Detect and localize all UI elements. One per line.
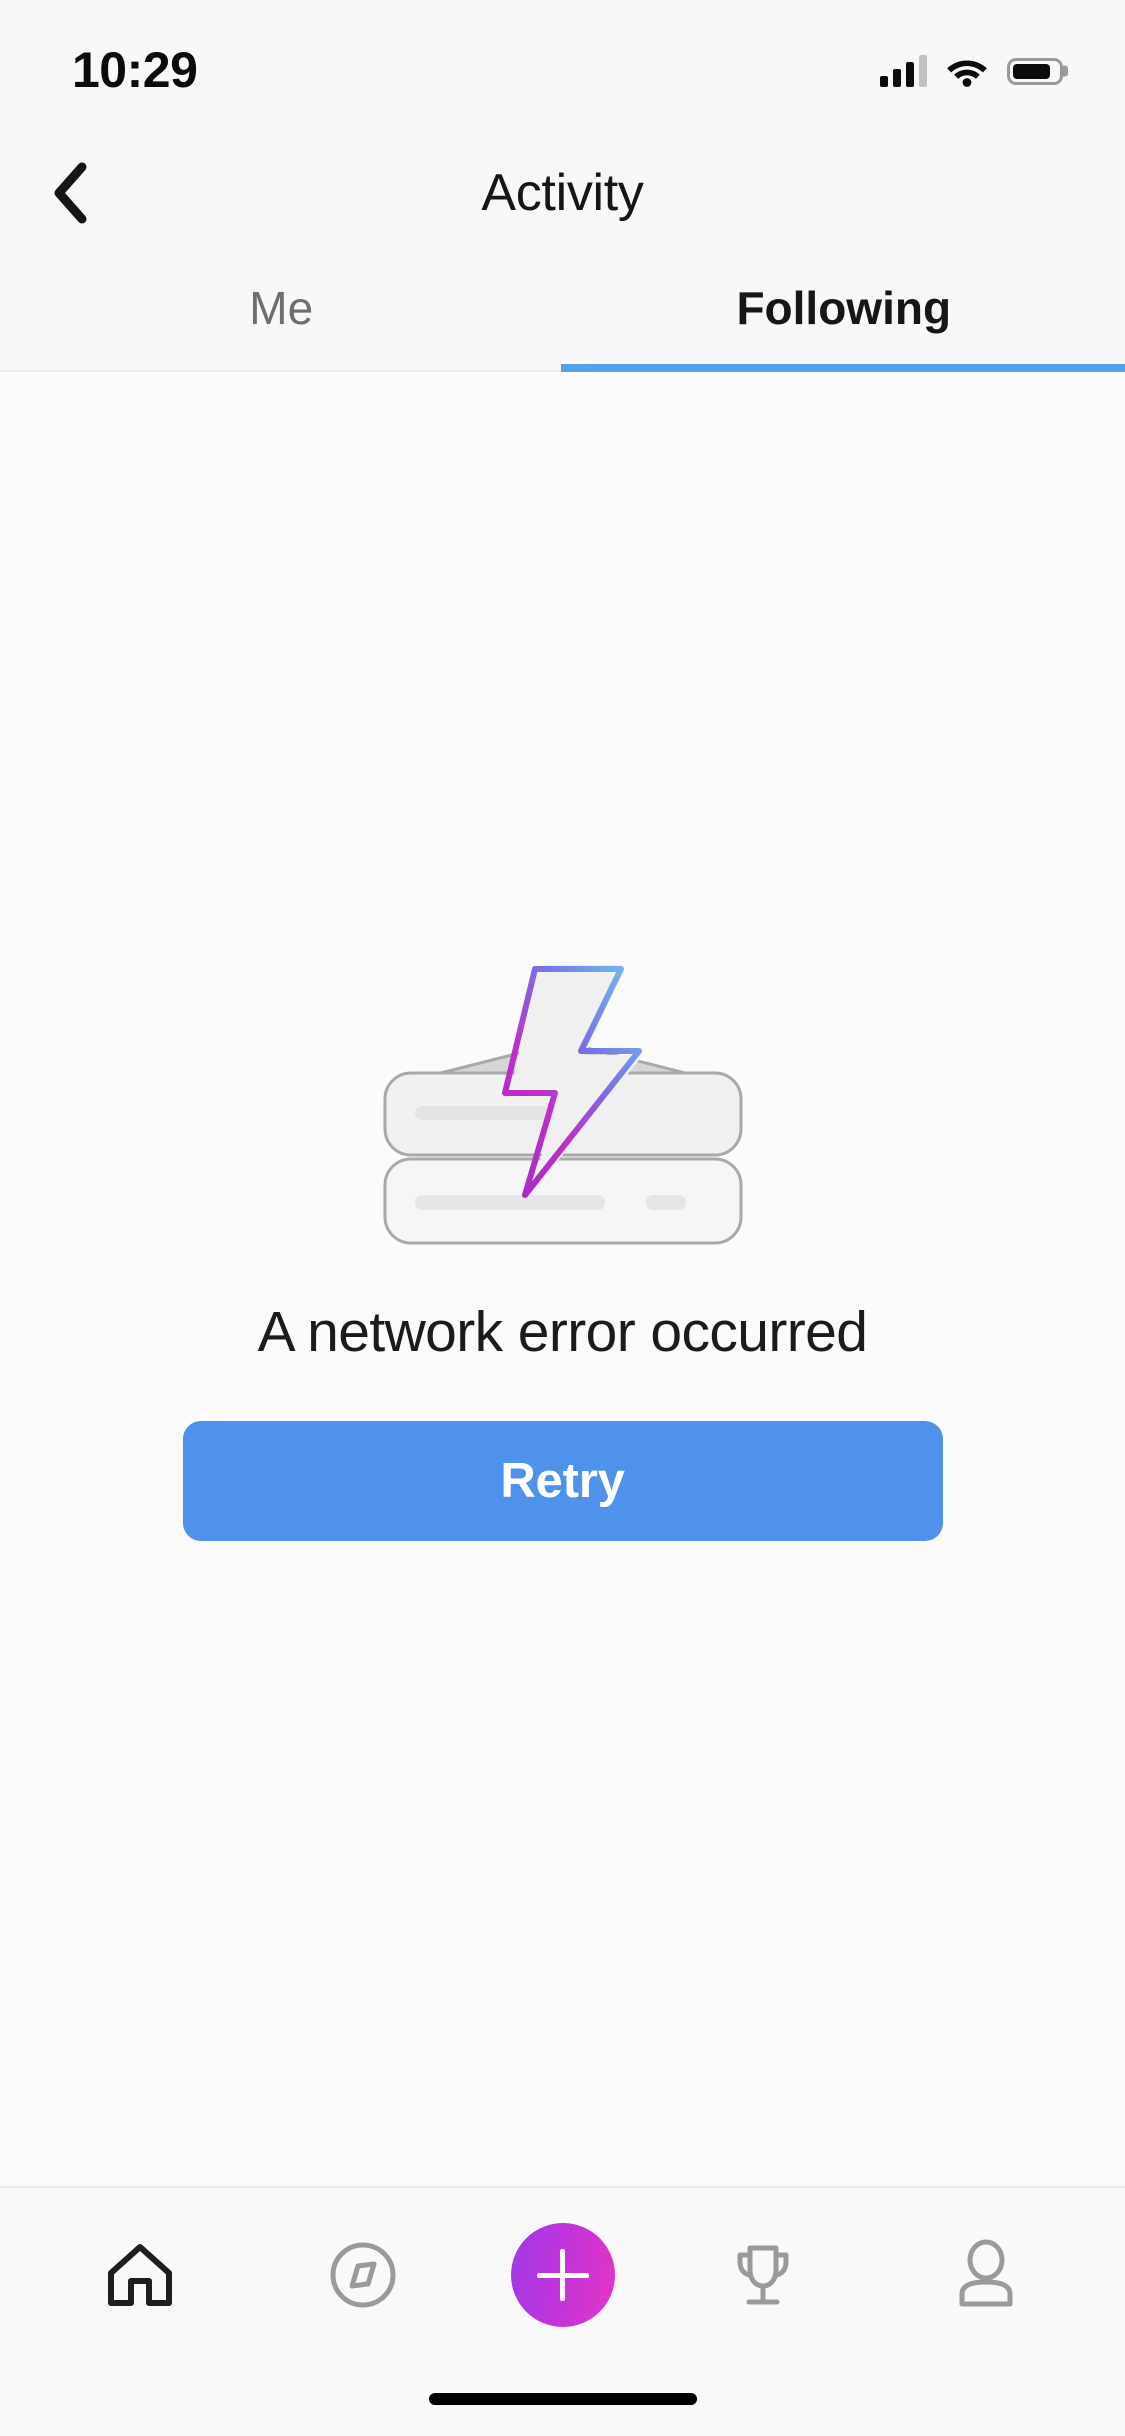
home-indicator-area [0,2362,1125,2436]
compass-icon [330,2242,395,2308]
nav-home[interactable] [65,2200,215,2350]
battery-icon [1007,57,1063,85]
nav-header: Activity [0,132,1125,254]
status-time: 10:29 [72,42,198,98]
cellular-signal-icon [880,55,927,87]
nav-rewards[interactable] [688,2200,838,2350]
phone-screen: 10:29 Activity Me Following A network er… [0,0,1125,2436]
person-icon [959,2239,1012,2307]
trophy-icon [737,2245,788,2305]
page-title: Activity [481,164,644,222]
error-message: A network error occurred [257,1300,868,1364]
nav-discover[interactable] [288,2200,438,2350]
home-icon [107,2244,172,2306]
back-button[interactable] [0,132,140,254]
tab-me[interactable]: Me [0,254,563,370]
tab-bar: Me Following [0,254,1125,372]
tab-following[interactable]: Following [560,254,1125,372]
wifi-icon [947,60,987,87]
nav-profile[interactable] [911,2200,1061,2350]
status-icons-group [880,55,1063,87]
status-bar: 10:29 [0,0,1125,132]
retry-button[interactable]: Retry [182,1421,943,1541]
chevron-left-icon [54,162,87,224]
nav-create[interactable] [510,2223,615,2327]
home-indicator[interactable] [428,2393,697,2405]
network-error-illustration [383,965,742,1245]
main-content: A network error occurred Retry [0,372,1125,2186]
bottom-navigation [0,2186,1125,2362]
